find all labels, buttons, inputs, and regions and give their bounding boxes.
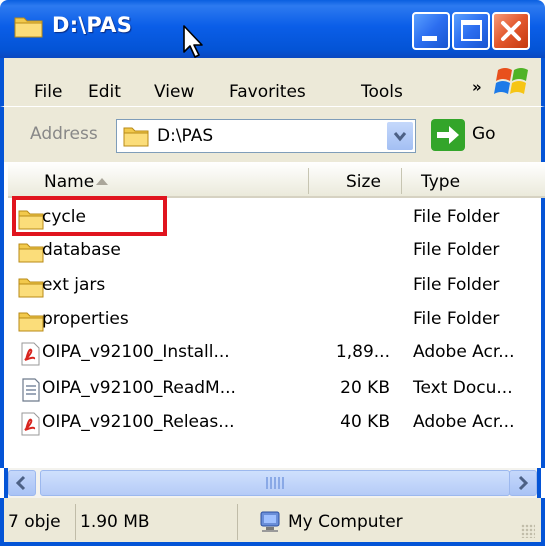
go-button[interactable] bbox=[431, 119, 465, 151]
scroll-right-button[interactable] bbox=[509, 470, 537, 496]
file-name: OIPA_v92100_Releas... bbox=[42, 412, 235, 432]
column-divider[interactable] bbox=[401, 168, 402, 194]
file-type: File Folder bbox=[413, 207, 500, 227]
address-input[interactable]: D:\PAS bbox=[116, 119, 416, 153]
address-dropdown-button[interactable] bbox=[387, 122, 413, 150]
address-bar: Address D:\PAS Go bbox=[0, 106, 545, 162]
menu-file[interactable]: File bbox=[34, 82, 62, 102]
menu-tools[interactable]: Tools bbox=[361, 82, 403, 102]
file-size: 40 KB bbox=[340, 412, 390, 432]
address-label: Address bbox=[30, 124, 98, 144]
window-title: D:\PAS bbox=[52, 13, 133, 37]
folder-icon bbox=[123, 127, 149, 147]
arrow-right-icon bbox=[437, 126, 459, 144]
chevron-right-icon bbox=[518, 475, 529, 491]
text-document-icon bbox=[18, 378, 44, 402]
maximize-button[interactable] bbox=[452, 12, 490, 50]
status-cell: 1.90 MB bbox=[76, 504, 238, 540]
file-name: OIPA_v92100_Install... bbox=[42, 342, 230, 362]
chevron-left-icon bbox=[15, 475, 26, 491]
title-bar[interactable]: D:\PAS bbox=[0, 0, 545, 58]
status-cell: 7 obje bbox=[4, 504, 76, 540]
folder-icon bbox=[14, 17, 43, 38]
my-computer-icon bbox=[260, 511, 280, 532]
mouse-cursor-icon bbox=[183, 25, 203, 58]
address-value: D:\PAS bbox=[157, 126, 214, 146]
maximize-icon bbox=[461, 20, 482, 41]
list-item[interactable]: ext jars File Folder bbox=[8, 268, 545, 302]
menu-edit[interactable]: Edit bbox=[88, 82, 121, 102]
status-bar: 7 obje 1.90 MB My Computer bbox=[0, 498, 545, 546]
pdf-icon bbox=[18, 412, 44, 436]
chevron-down-icon bbox=[393, 132, 407, 142]
menu-overflow-chevron[interactable]: » bbox=[472, 78, 482, 96]
file-type: File Folder bbox=[413, 240, 500, 260]
list-item[interactable]: database File Folder bbox=[8, 233, 545, 267]
windows-logo-icon bbox=[494, 68, 528, 94]
close-icon bbox=[501, 21, 521, 41]
status-total-size: 1.90 MB bbox=[80, 512, 150, 532]
grip-icon bbox=[266, 477, 286, 489]
column-header-name[interactable]: Name bbox=[44, 172, 94, 192]
horizontal-scrollbar[interactable] bbox=[4, 468, 541, 498]
file-type: File Folder bbox=[413, 309, 500, 329]
minimize-icon bbox=[422, 36, 437, 41]
file-name: OIPA_v92100_ReadM... bbox=[42, 378, 236, 398]
file-type: Adobe Acr... bbox=[413, 342, 515, 362]
file-name: properties bbox=[42, 309, 129, 329]
column-header-size[interactable]: Size bbox=[346, 172, 381, 192]
file-size: 1,89... bbox=[335, 342, 390, 362]
pdf-icon bbox=[18, 342, 44, 366]
go-label[interactable]: Go bbox=[472, 124, 496, 144]
list-item[interactable]: OIPA_v92100_Install... 1,89... Adobe Acr..… bbox=[8, 335, 545, 369]
menu-favorites[interactable]: Favorites bbox=[229, 82, 306, 102]
minimize-button[interactable] bbox=[412, 12, 450, 50]
close-button[interactable] bbox=[492, 12, 530, 50]
list-item[interactable]: OIPA_v92100_ReadM... 20 KB Text Docu... bbox=[8, 371, 545, 405]
status-location: My Computer bbox=[288, 512, 403, 532]
column-divider[interactable] bbox=[308, 168, 309, 194]
file-name: database bbox=[42, 240, 121, 260]
folder-icon bbox=[18, 240, 44, 264]
file-type: Adobe Acr... bbox=[413, 412, 515, 432]
file-name: ext jars bbox=[42, 275, 106, 295]
sort-ascending-icon bbox=[96, 178, 108, 185]
column-header-row: Name Size Type bbox=[8, 162, 545, 198]
file-type: File Folder bbox=[413, 275, 500, 295]
scroll-thumb[interactable] bbox=[40, 470, 510, 496]
list-item[interactable]: properties File Folder bbox=[8, 302, 545, 336]
menu-bar: File Edit View Favorites Tools » bbox=[0, 58, 545, 106]
status-object-count: 7 obje bbox=[8, 512, 61, 532]
list-item[interactable]: OIPA_v92100_Releas... 40 KB Adobe Acr... bbox=[8, 405, 545, 439]
file-type: Text Docu... bbox=[413, 378, 513, 398]
column-header-type[interactable]: Type bbox=[421, 172, 460, 192]
file-size: 20 KB bbox=[340, 378, 390, 398]
folder-icon bbox=[18, 309, 44, 333]
menu-view[interactable]: View bbox=[154, 82, 194, 102]
folder-icon bbox=[18, 275, 44, 299]
scroll-left-button[interactable] bbox=[8, 470, 36, 496]
highlight-box bbox=[12, 196, 167, 236]
resize-grip-icon[interactable] bbox=[521, 524, 535, 538]
